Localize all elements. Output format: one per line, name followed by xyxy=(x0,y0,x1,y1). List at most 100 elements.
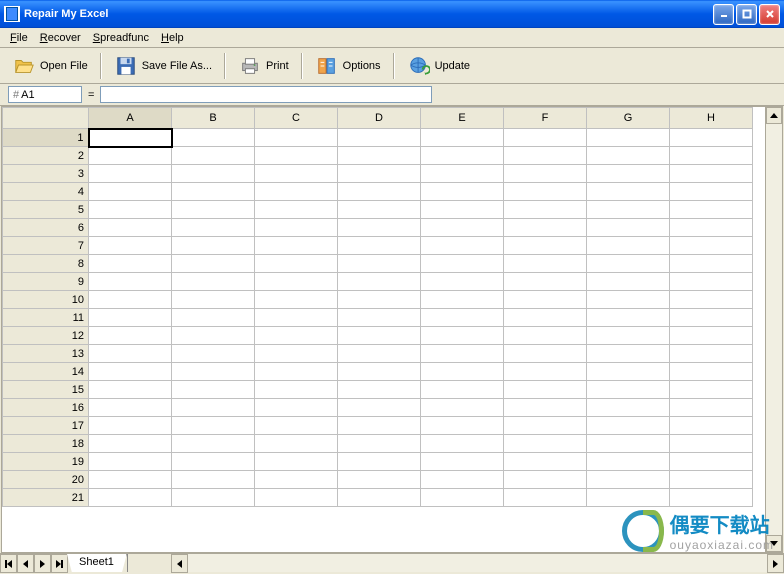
cell-C2[interactable] xyxy=(255,147,338,165)
row-header-3[interactable]: 3 xyxy=(3,165,89,183)
row-header-4[interactable]: 4 xyxy=(3,183,89,201)
cell-E11[interactable] xyxy=(421,309,504,327)
cell-E14[interactable] xyxy=(421,363,504,381)
menu-file[interactable]: File xyxy=(4,30,34,46)
close-button[interactable] xyxy=(759,4,780,25)
cell-D18[interactable] xyxy=(338,435,421,453)
cell-A6[interactable] xyxy=(89,219,172,237)
cell-A13[interactable] xyxy=(89,345,172,363)
row-header-11[interactable]: 11 xyxy=(3,309,89,327)
cell-G17[interactable] xyxy=(587,417,670,435)
cell-B18[interactable] xyxy=(172,435,255,453)
cell-C9[interactable] xyxy=(255,273,338,291)
cell-A11[interactable] xyxy=(89,309,172,327)
cell-A9[interactable] xyxy=(89,273,172,291)
cell-H15[interactable] xyxy=(670,381,753,399)
menu-recover[interactable]: Recover xyxy=(34,30,87,46)
cell-F18[interactable] xyxy=(504,435,587,453)
cell-H8[interactable] xyxy=(670,255,753,273)
cell-A20[interactable] xyxy=(89,471,172,489)
col-header-E[interactable]: E xyxy=(421,108,504,129)
cell-G14[interactable] xyxy=(587,363,670,381)
cell-E6[interactable] xyxy=(421,219,504,237)
cell-C15[interactable] xyxy=(255,381,338,399)
cell-G2[interactable] xyxy=(587,147,670,165)
cell-H18[interactable] xyxy=(670,435,753,453)
cell-F11[interactable] xyxy=(504,309,587,327)
cell-F20[interactable] xyxy=(504,471,587,489)
cell-B6[interactable] xyxy=(172,219,255,237)
cell-B3[interactable] xyxy=(172,165,255,183)
col-header-G[interactable]: G xyxy=(587,108,670,129)
cell-C18[interactable] xyxy=(255,435,338,453)
sheet-tab-1[interactable]: Sheet1 xyxy=(67,554,127,572)
cell-H13[interactable] xyxy=(670,345,753,363)
cell-D10[interactable] xyxy=(338,291,421,309)
row-header-20[interactable]: 20 xyxy=(3,471,89,489)
cell-G1[interactable] xyxy=(587,129,670,147)
cell-G18[interactable] xyxy=(587,435,670,453)
row-header-12[interactable]: 12 xyxy=(3,327,89,345)
cell-B8[interactable] xyxy=(172,255,255,273)
cell-G16[interactable] xyxy=(587,399,670,417)
cell-B10[interactable] xyxy=(172,291,255,309)
tab-first-button[interactable] xyxy=(0,554,17,573)
cell-E12[interactable] xyxy=(421,327,504,345)
cell-C4[interactable] xyxy=(255,183,338,201)
cell-D7[interactable] xyxy=(338,237,421,255)
row-header-7[interactable]: 7 xyxy=(3,237,89,255)
row-header-8[interactable]: 8 xyxy=(3,255,89,273)
cell-G5[interactable] xyxy=(587,201,670,219)
scroll-down-button[interactable] xyxy=(766,535,782,552)
cell-E20[interactable] xyxy=(421,471,504,489)
cell-F14[interactable] xyxy=(504,363,587,381)
cell-B16[interactable] xyxy=(172,399,255,417)
scroll-right-button[interactable] xyxy=(767,554,784,573)
cell-H14[interactable] xyxy=(670,363,753,381)
cell-F5[interactable] xyxy=(504,201,587,219)
cell-E8[interactable] xyxy=(421,255,504,273)
row-header-18[interactable]: 18 xyxy=(3,435,89,453)
row-header-14[interactable]: 14 xyxy=(3,363,89,381)
cell-B12[interactable] xyxy=(172,327,255,345)
options-button[interactable]: Options xyxy=(309,52,387,80)
row-header-9[interactable]: 9 xyxy=(3,273,89,291)
cell-C8[interactable] xyxy=(255,255,338,273)
cell-A2[interactable] xyxy=(89,147,172,165)
cell-D14[interactable] xyxy=(338,363,421,381)
cell-F16[interactable] xyxy=(504,399,587,417)
cell-D1[interactable] xyxy=(338,129,421,147)
cell-D17[interactable] xyxy=(338,417,421,435)
cell-F2[interactable] xyxy=(504,147,587,165)
cell-G8[interactable] xyxy=(587,255,670,273)
cell-F17[interactable] xyxy=(504,417,587,435)
cell-B5[interactable] xyxy=(172,201,255,219)
cell-B14[interactable] xyxy=(172,363,255,381)
cell-D5[interactable] xyxy=(338,201,421,219)
cell-A14[interactable] xyxy=(89,363,172,381)
cell-A12[interactable] xyxy=(89,327,172,345)
cell-E1[interactable] xyxy=(421,129,504,147)
tab-prev-button[interactable] xyxy=(17,554,34,573)
cell-E3[interactable] xyxy=(421,165,504,183)
cell-H10[interactable] xyxy=(670,291,753,309)
cell-G15[interactable] xyxy=(587,381,670,399)
cell-H4[interactable] xyxy=(670,183,753,201)
cell-C1[interactable] xyxy=(255,129,338,147)
menu-help[interactable]: Help xyxy=(155,30,190,46)
cell-D8[interactable] xyxy=(338,255,421,273)
cell-D20[interactable] xyxy=(338,471,421,489)
cell-C13[interactable] xyxy=(255,345,338,363)
cell-B13[interactable] xyxy=(172,345,255,363)
cell-G7[interactable] xyxy=(587,237,670,255)
cell-E19[interactable] xyxy=(421,453,504,471)
cell-B1[interactable] xyxy=(172,129,255,147)
row-header-17[interactable]: 17 xyxy=(3,417,89,435)
scroll-up-button[interactable] xyxy=(766,107,782,124)
cell-A7[interactable] xyxy=(89,237,172,255)
cell-H2[interactable] xyxy=(670,147,753,165)
cell-F10[interactable] xyxy=(504,291,587,309)
cell-D15[interactable] xyxy=(338,381,421,399)
tab-next-button[interactable] xyxy=(34,554,51,573)
cell-A4[interactable] xyxy=(89,183,172,201)
